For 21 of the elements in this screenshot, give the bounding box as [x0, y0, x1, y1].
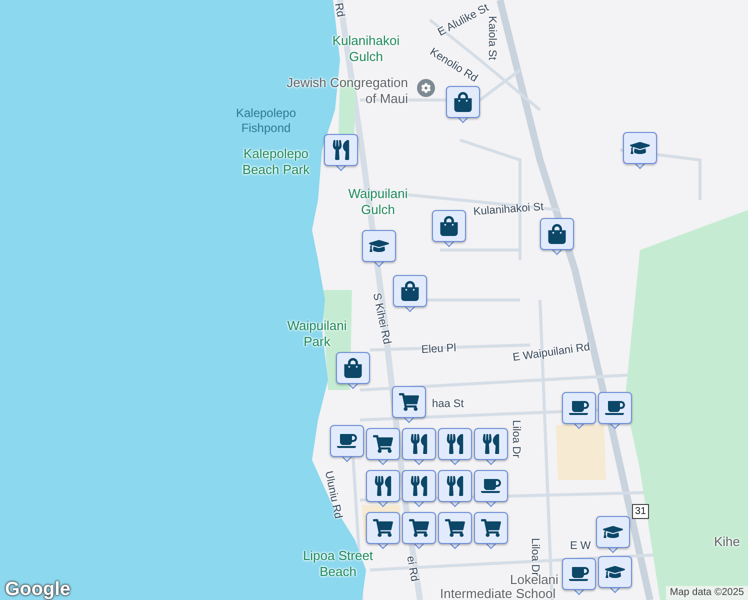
street-label: Kulanihakoi St: [473, 201, 544, 220]
street-label: Liloa Dr: [509, 420, 522, 458]
street-label: E Waipuilani Rd: [512, 341, 592, 366]
street-label: Uluniu Rd: [321, 470, 344, 520]
map-attribution: Map data ©2025: [666, 586, 748, 600]
street-label: haa St: [432, 398, 464, 412]
street-label: E W: [570, 540, 591, 554]
place-label: Intermediate School: [440, 586, 556, 600]
place-label: Kihe: [714, 534, 740, 550]
street-label: ei Rd: [403, 555, 420, 583]
place-label: Waipuilani Gulch: [347, 186, 409, 218]
street-label: Kaiola St: [485, 16, 498, 60]
street-label: S Kihei Rd: [369, 292, 393, 346]
place-label: Kalepolepo Beach Park: [241, 146, 311, 178]
street-label: Liloa Dr: [529, 538, 541, 576]
street-label: Rd: [331, 2, 346, 18]
map-logo: Google: [5, 578, 70, 600]
place-label: Kulanihakoi Gulch: [331, 33, 401, 66]
street-label: Eleu Pl: [421, 342, 457, 358]
route-shield: 31: [632, 504, 650, 519]
place-label: Kalepolepo Fishpond: [234, 106, 298, 136]
